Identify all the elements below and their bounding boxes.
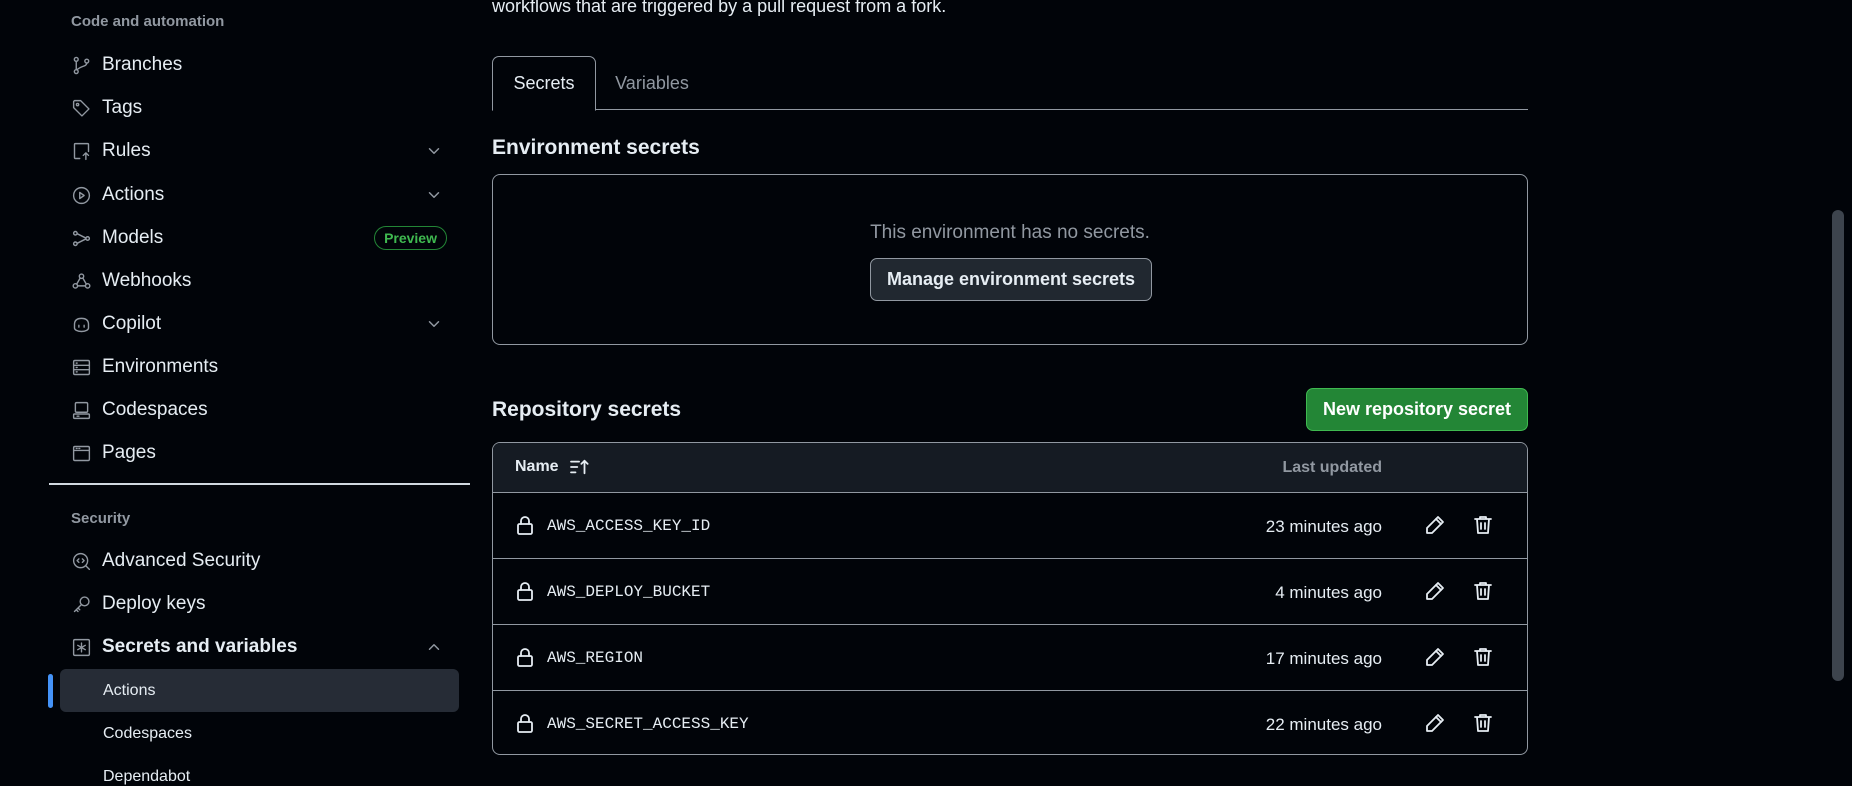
pencil-icon[interactable] <box>1423 711 1447 735</box>
sidebar-item-rules[interactable]: Rules <box>59 131 459 171</box>
repository-secrets-heading: Repository secrets <box>492 398 682 421</box>
server-icon <box>70 356 92 378</box>
secret-name: AWS_DEPLOY_BUCKET <box>547 583 711 601</box>
sidebar-subitem-actions[interactable]: Actions <box>60 669 459 712</box>
key-icon <box>70 593 92 615</box>
secret-name: AWS_ACCESS_KEY_ID <box>547 517 711 535</box>
trash-icon[interactable] <box>1471 579 1495 603</box>
sidebar-item-tags[interactable]: Tags <box>59 88 459 128</box>
empty-state-text: This environment has no secrets. <box>870 222 1150 243</box>
chevron-up-icon[interactable] <box>425 638 443 656</box>
manage-environment-secrets-button[interactable]: Manage environment secrets <box>870 258 1152 301</box>
sidebar-item-label: Secrets and variables <box>102 636 298 657</box>
table-header: Name Last updated <box>493 443 1527 493</box>
chevron-down-icon[interactable] <box>425 315 443 333</box>
sidebar-subitem-codespaces[interactable]: Codespaces <box>60 712 459 755</box>
vertical-scrollbar[interactable] <box>1832 210 1844 681</box>
branch-icon <box>70 54 92 76</box>
lock-icon <box>515 580 535 602</box>
table-row: AWS_SECRET_ACCESS_KEY 22 minutes ago <box>493 691 1527 754</box>
sidebar-item-advanced-security[interactable]: Advanced Security <box>59 541 459 581</box>
intro-text: workflows that are triggered by a pull r… <box>492 0 947 16</box>
sidebar-item-codespaces[interactable]: Codespaces <box>59 390 459 430</box>
pencil-icon[interactable] <box>1423 513 1447 537</box>
pencil-icon[interactable] <box>1423 645 1447 669</box>
tab-variables[interactable]: Variables <box>600 56 704 110</box>
sidebar-item-label: Branches <box>102 54 183 75</box>
preview-badge: Preview <box>374 226 447 250</box>
codescan-icon <box>70 550 92 572</box>
asterisk-icon <box>70 636 92 658</box>
lock-icon <box>515 712 535 734</box>
sidebar-item-label: Rules <box>102 140 151 161</box>
secret-updated: 17 minutes ago <box>1265 649 1382 668</box>
rules-icon <box>70 140 92 162</box>
models-icon <box>70 227 92 249</box>
sidebar-item-label: Advanced Security <box>102 550 261 571</box>
trash-icon[interactable] <box>1471 645 1495 669</box>
secrets-table: Name Last updated AWS_ACCESS_KEY_ID 23 m… <box>492 442 1528 755</box>
play-icon <box>70 184 92 206</box>
sidebar-item-label: Environments <box>102 356 219 377</box>
sidebar-item-environments[interactable]: Environments <box>59 347 459 387</box>
browser-icon <box>70 442 92 464</box>
secret-updated: 23 minutes ago <box>1265 517 1382 536</box>
sidebar-item-actions[interactable]: Actions <box>59 175 459 215</box>
section-heading-code-automation: Code and automation <box>71 13 225 30</box>
tag-icon <box>70 97 92 119</box>
sidebar-item-label: Codespaces <box>102 399 208 420</box>
last-updated-column-header: Last updated <box>1282 459 1382 476</box>
lock-icon <box>515 646 535 668</box>
sidebar-item-label: Copilot <box>102 313 162 334</box>
sidebar-item-secrets-and-variables[interactable]: Secrets and variables <box>59 627 459 667</box>
environment-secrets-panel: This environment has no secrets. Manage … <box>492 174 1528 345</box>
secret-name: AWS_SECRET_ACCESS_KEY <box>547 715 749 733</box>
chevron-down-icon[interactable] <box>425 186 443 204</box>
sidebar-item-label: Webhooks <box>102 270 192 291</box>
sidebar-item-label: Models <box>102 227 164 248</box>
codespaces-icon <box>70 399 92 421</box>
lock-icon <box>515 514 535 536</box>
name-column-header[interactable]: Name <box>515 458 591 476</box>
tab-secrets[interactable]: Secrets <box>492 56 596 111</box>
sidebar-item-webhooks[interactable]: Webhooks <box>59 261 459 301</box>
table-row: AWS_REGION 17 minutes ago <box>493 625 1527 691</box>
table-row: AWS_DEPLOY_BUCKET 4 minutes ago <box>493 559 1527 625</box>
sidebar-item-label: Tags <box>102 97 143 118</box>
webhook-icon <box>70 270 92 292</box>
secret-name: AWS_REGION <box>547 649 644 667</box>
active-item-marker <box>48 674 53 708</box>
sidebar-item-copilot[interactable]: Copilot <box>59 304 459 344</box>
new-repository-secret-button[interactable]: New repository secret <box>1306 388 1528 431</box>
trash-icon[interactable] <box>1471 513 1495 537</box>
section-heading-security: Security <box>71 510 131 527</box>
sidebar-subitem-dependabot[interactable]: Dependabot <box>60 755 459 786</box>
settings-page: Code and automation Branches Tags Rules … <box>0 0 1852 786</box>
secret-updated: 22 minutes ago <box>1265 715 1382 734</box>
secret-updated: 4 minutes ago <box>1275 583 1382 602</box>
sort-icon <box>569 459 589 475</box>
sidebar-item-deploy-keys[interactable]: Deploy keys <box>59 584 459 624</box>
trash-icon[interactable] <box>1471 711 1495 735</box>
copilot-icon <box>70 313 92 335</box>
chevron-down-icon[interactable] <box>425 142 443 160</box>
sidebar-item-models[interactable]: Models Preview <box>59 218 459 258</box>
tab-bar: Secrets Variables <box>492 56 1528 111</box>
sidebar-item-branches[interactable]: Branches <box>59 45 459 85</box>
sidebar-item-label: Pages <box>102 442 156 463</box>
environment-secrets-heading: Environment secrets <box>492 136 700 159</box>
sidebar-item-pages[interactable]: Pages <box>59 433 459 473</box>
name-column-label: Name <box>515 458 559 475</box>
settings-sidebar: Code and automation Branches Tags Rules … <box>0 0 480 786</box>
sidebar-item-label: Actions <box>102 184 165 205</box>
pencil-icon[interactable] <box>1423 579 1447 603</box>
table-row: AWS_ACCESS_KEY_ID 23 minutes ago <box>493 493 1527 559</box>
sidebar-item-label: Deploy keys <box>102 593 206 614</box>
sidebar-divider <box>49 483 470 485</box>
